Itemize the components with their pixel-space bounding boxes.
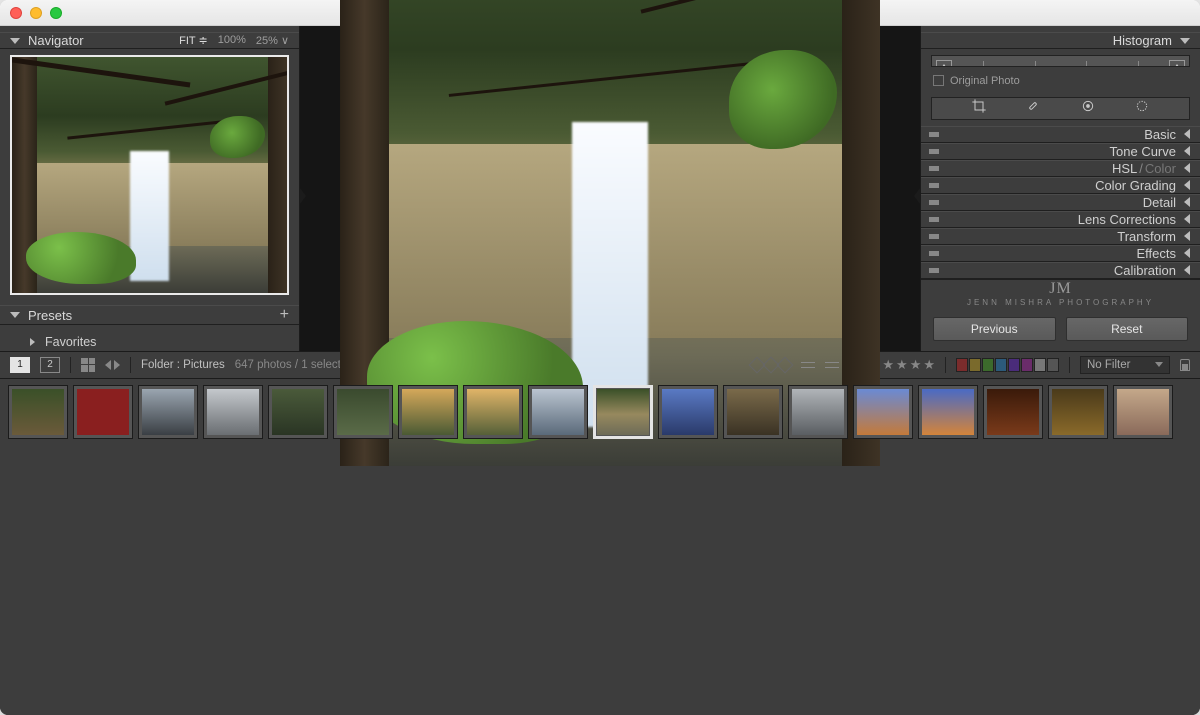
- color-swatch[interactable]: [1034, 358, 1046, 372]
- filmstrip-thumbnail[interactable]: [73, 385, 133, 439]
- previous-button[interactable]: Previous: [933, 317, 1056, 341]
- develop-tool-strip: [931, 97, 1190, 120]
- crop-tool-icon[interactable]: [971, 98, 987, 119]
- zoom-25[interactable]: 25% ∨: [256, 34, 289, 47]
- navigator-thumbnail[interactable]: [10, 55, 289, 295]
- chevron-right-icon: [30, 338, 35, 346]
- filmstrip-thumbnail[interactable]: [333, 385, 393, 439]
- color-swatch[interactable]: [969, 358, 981, 372]
- folder-path[interactable]: Folder : Pictures: [141, 359, 225, 371]
- filmstrip-thumbnail[interactable]: [788, 385, 848, 439]
- workspace: Navigator FIT ≑ 100% 25% ∨: [0, 26, 1200, 715]
- presets-header-label: Presets: [28, 308, 72, 323]
- navigator-panel-body: [0, 49, 299, 305]
- histogram-panel-header[interactable]: Histogram: [921, 32, 1200, 49]
- view-mode-2[interactable]: 2: [40, 357, 60, 373]
- grid-view-icon[interactable]: [81, 358, 95, 372]
- filmstrip-thumbnail[interactable]: [593, 385, 653, 439]
- filmstrip-thumbnail[interactable]: [1113, 385, 1173, 439]
- color-swatch[interactable]: [1008, 358, 1020, 372]
- filmstrip-thumbnail[interactable]: [463, 385, 523, 439]
- view-mode-1[interactable]: 1: [10, 357, 30, 373]
- filmstrip-thumbnail[interactable]: [268, 385, 328, 439]
- right-panel-column: Histogram Or: [920, 26, 1200, 351]
- app-window: Lr Lightroom Catalog-2-2-v10-v11.lrcat -…: [0, 0, 1200, 715]
- next-photo-icon[interactable]: [114, 360, 120, 370]
- panel-calibration[interactable]: Calibration: [921, 262, 1200, 279]
- color-swatch[interactable]: [982, 358, 994, 372]
- right-panel-collapse[interactable]: [914, 188, 920, 204]
- color-label-filters: [956, 358, 1059, 372]
- attribute-filter-icon-2[interactable]: [825, 359, 839, 371]
- filmstrip-thumbnail[interactable]: [658, 385, 718, 439]
- panel-basic[interactable]: Basic: [921, 126, 1200, 143]
- star-icon[interactable]: ★: [882, 357, 894, 373]
- navigator-panel-header[interactable]: Navigator FIT ≑ 100% 25% ∨: [0, 32, 299, 49]
- left-panel-column: Navigator FIT ≑ 100% 25% ∨: [0, 26, 300, 351]
- filter-preset-dropdown[interactable]: No Filter: [1080, 356, 1170, 374]
- filter-lock-icon[interactable]: [1180, 359, 1190, 371]
- identity-plate: JM JENN MISHRA PHOTOGRAPHY: [921, 279, 1200, 307]
- chevron-left-icon: [1184, 197, 1190, 207]
- chevron-left-icon: [1184, 265, 1190, 275]
- chevron-left-icon: [1184, 248, 1190, 258]
- healing-tool-icon[interactable]: [1025, 98, 1041, 119]
- chevron-left-icon: [1184, 163, 1190, 173]
- navigator-zoom-controls: FIT ≑ 100% 25% ∨: [179, 34, 289, 47]
- filmstrip-thumbnail[interactable]: [1048, 385, 1108, 439]
- color-swatch[interactable]: [1021, 358, 1033, 372]
- checkbox-icon[interactable]: [933, 75, 944, 86]
- chevron-left-icon: [1184, 146, 1190, 156]
- previous-reset-row: Previous Reset: [921, 307, 1200, 351]
- histogram-display[interactable]: [931, 55, 1190, 67]
- attribute-filter-icon[interactable]: [801, 359, 815, 371]
- chevron-left-icon: [1184, 214, 1190, 224]
- panel-detail[interactable]: Detail: [921, 194, 1200, 211]
- histogram-header-label: Histogram: [1113, 33, 1172, 48]
- filmstrip-thumbnail[interactable]: [528, 385, 588, 439]
- presets-panel-header[interactable]: Presets +: [0, 305, 299, 325]
- navigator-header-label: Navigator: [28, 33, 84, 48]
- zoom-fit[interactable]: FIT ≑: [179, 34, 208, 47]
- panel-hsl-color[interactable]: HSL/Color: [921, 160, 1200, 177]
- filmstrip-thumbnail[interactable]: [983, 385, 1043, 439]
- nav-arrows: [105, 360, 120, 370]
- image-canvas-area: [300, 26, 920, 351]
- panel-effects[interactable]: Effects: [921, 245, 1200, 262]
- filmstrip-thumbnail[interactable]: [203, 385, 263, 439]
- panel-transform[interactable]: Transform: [921, 228, 1200, 245]
- color-swatch[interactable]: [995, 358, 1007, 372]
- chevron-left-icon: [1184, 180, 1190, 190]
- masking-tool-icon[interactable]: [1080, 98, 1096, 119]
- star-icon[interactable]: ★: [923, 357, 935, 373]
- filmstrip-thumbnail[interactable]: [398, 385, 458, 439]
- flag-filters: [751, 359, 791, 371]
- radial-tool-icon[interactable]: [1134, 98, 1150, 119]
- filmstrip-thumbnail[interactable]: [918, 385, 978, 439]
- filmstrip[interactable]: [0, 379, 1200, 715]
- panel-color-grading[interactable]: Color Grading: [921, 177, 1200, 194]
- left-panel-collapse[interactable]: [300, 188, 306, 204]
- chevron-left-icon: [1184, 129, 1190, 139]
- zoom-100[interactable]: 100%: [218, 34, 246, 47]
- chevron-down-icon: [10, 38, 20, 44]
- prev-photo-icon[interactable]: [105, 360, 111, 370]
- star-icon[interactable]: ★: [910, 357, 922, 373]
- panel-lens-corrections[interactable]: Lens Corrections: [921, 211, 1200, 228]
- chevron-left-icon: [1184, 231, 1190, 241]
- reset-button[interactable]: Reset: [1066, 317, 1189, 341]
- add-preset-icon[interactable]: +: [280, 306, 289, 324]
- star-icon[interactable]: ★: [896, 357, 908, 373]
- filmstrip-thumbnail[interactable]: [138, 385, 198, 439]
- color-swatch[interactable]: [956, 358, 968, 372]
- chevron-down-icon: [1180, 38, 1190, 44]
- filmstrip-thumbnail[interactable]: [853, 385, 913, 439]
- chevron-down-icon: [10, 312, 20, 318]
- panel-tone-curve[interactable]: Tone Curve: [921, 143, 1200, 160]
- chevron-down-icon: [1155, 362, 1163, 367]
- original-photo-toggle[interactable]: Original Photo: [921, 71, 1200, 91]
- filmstrip-thumbnail[interactable]: [8, 385, 68, 439]
- color-swatch[interactable]: [1047, 358, 1059, 372]
- filmstrip-thumbnail[interactable]: [723, 385, 783, 439]
